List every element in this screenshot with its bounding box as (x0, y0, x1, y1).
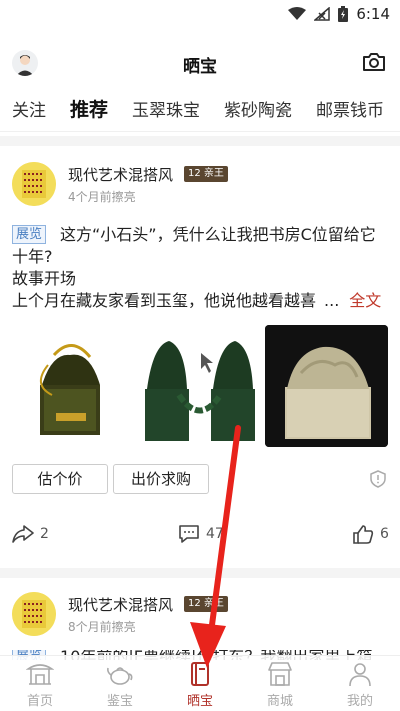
section-divider (0, 568, 400, 578)
comment-stat[interactable]: 47 (178, 524, 224, 544)
book-icon (191, 662, 209, 686)
nav-mall[interactable]: 商城 (240, 656, 320, 711)
tab-stamps-coins[interactable]: 邮票钱币 (316, 96, 384, 121)
status-bar: 6:14 (0, 0, 400, 30)
post-images (12, 325, 389, 447)
post-text-line: 这方“小石头”，凭什么让我把书房C位留给它 (60, 225, 376, 244)
status-icons: 6:14 (288, 5, 390, 23)
read-more-link[interactable]: 全文 (349, 291, 381, 310)
level-badge: 12 亲王 (184, 166, 228, 182)
post-time: 4个月前擦亮 (68, 190, 136, 204)
post-card: 现代艺术混搭风 12 亲王 8个月前擦亮 (0, 592, 400, 656)
post-image[interactable] (265, 325, 389, 447)
nav-label: 我的 (346, 694, 373, 709)
tab-follow[interactable]: 关注 (12, 96, 46, 121)
post-author-avatar[interactable] (12, 162, 56, 206)
nav-profile[interactable]: 我的 (320, 656, 400, 711)
like-stat[interactable]: 6 (352, 524, 389, 544)
shop-icon (268, 662, 292, 686)
nav-label: 首页 (26, 694, 53, 709)
post-text-line: 上个月在藏友家看到玉玺，他说他越看越喜 (12, 291, 317, 310)
post-tag[interactable]: 展览 (12, 225, 47, 244)
comment-count: 47 (206, 526, 224, 542)
post-text[interactable]: 展览 这方“小石头”，凭什么让我把书房C位留给它 十年? 故事开场 上个月在藏友家… (12, 224, 390, 312)
category-tabs: 关注 推荐 玉翠珠宝 紫砂陶瓷 邮票钱币 (0, 86, 400, 132)
tab-recommend[interactable]: 推荐 (70, 95, 108, 122)
level-badge: 12 亲王 (184, 596, 228, 612)
status-time: 6:14 (356, 5, 390, 23)
estimate-price-button[interactable]: 估个价 (12, 464, 108, 494)
share-icon (12, 525, 34, 543)
bottom-nav: 首页 鉴宝 晒宝 商城 我的 (0, 655, 400, 711)
section-divider (0, 136, 400, 146)
share-stat[interactable]: 2 (12, 524, 49, 544)
post-text-line: 故事开场 (12, 269, 77, 288)
thumbs-up-icon (353, 525, 374, 544)
post-author-name[interactable]: 现代艺术混搭风 (68, 594, 173, 615)
nav-label: 商城 (266, 694, 293, 709)
wifi-icon (288, 7, 307, 20)
tab-jade-jewelry[interactable]: 玉翠珠宝 (132, 96, 200, 121)
page-title: 晒宝 (183, 57, 217, 77)
person-icon (349, 663, 371, 687)
comment-icon (179, 525, 199, 543)
offer-buy-button[interactable]: 出价求购 (113, 464, 209, 494)
app-header: 晒宝 (0, 40, 400, 86)
shield-icon[interactable] (370, 470, 386, 488)
tab-zisha-ceramics[interactable]: 紫砂陶瓷 (224, 96, 292, 121)
like-count: 6 (380, 526, 389, 542)
post-author-name[interactable]: 现代艺术混搭风 (68, 164, 173, 185)
ellipsis: ... (324, 291, 340, 310)
nav-home[interactable]: 首页 (0, 656, 80, 711)
camera-icon (363, 53, 385, 71)
share-count: 2 (40, 526, 49, 542)
post-image[interactable] (12, 325, 135, 447)
post-stats: 2 47 6 (0, 520, 400, 548)
nav-label: 晒宝 (186, 694, 213, 709)
post-text-line: 十年? (12, 247, 53, 266)
nav-appraise[interactable]: 鉴宝 (80, 656, 160, 711)
nav-showcase[interactable]: 晒宝 (160, 656, 240, 711)
nav-label: 鉴宝 (106, 694, 133, 709)
camera-button[interactable] (360, 48, 388, 76)
teapot-icon (107, 667, 133, 685)
no-signal-icon (314, 7, 331, 21)
post-time: 8个月前擦亮 (68, 620, 136, 634)
battery-charging-icon (338, 6, 349, 22)
post-author-avatar[interactable] (12, 592, 56, 636)
post-image[interactable] (138, 325, 262, 447)
pavilion-icon (26, 664, 54, 685)
